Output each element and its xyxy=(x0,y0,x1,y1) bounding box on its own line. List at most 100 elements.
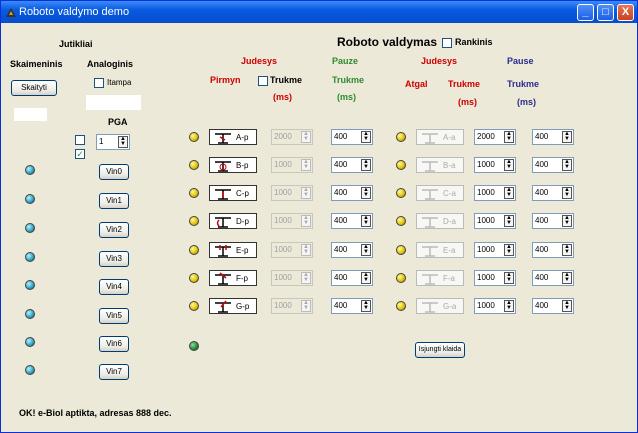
spin-arrows-icon[interactable]: ▲ ▼ xyxy=(562,187,572,199)
spin-arrows-icon[interactable]: ▲ ▼ xyxy=(562,159,572,171)
row-d-backward-led-icon xyxy=(396,216,406,226)
pga-spinner[interactable]: 1 ▲ ▼ xyxy=(96,134,130,150)
row-c-forward-time-value: 1000 xyxy=(274,188,292,197)
row-b-backward-time[interactable]: 1000 ▲ ▼ xyxy=(474,157,516,173)
pause1-heading: Pauze xyxy=(332,56,359,66)
spin-arrows-icon[interactable]: ▲ ▼ xyxy=(504,272,514,284)
spin-arrows-icon[interactable]: ▲ ▼ xyxy=(562,215,572,227)
row-c-backward-time-value: 1000 xyxy=(477,188,495,197)
row-f-forward-button[interactable]: F-p xyxy=(209,270,257,286)
row-c-forward-button[interactable]: C-p xyxy=(209,185,257,201)
spin-arrows-icon[interactable]: ▲ ▼ xyxy=(361,272,371,284)
voltage-checkbox-label: Itampa xyxy=(107,78,132,87)
row-b-forward-led-icon xyxy=(189,160,199,170)
backward-duration-label: Trukme xyxy=(448,79,481,89)
pga-checkbox-2[interactable]: ✓ xyxy=(75,149,85,159)
row-f-pause1[interactable]: 400 ▲ ▼ xyxy=(331,270,373,286)
row-b-forward-button[interactable]: B-p xyxy=(209,157,257,173)
vin0-button[interactable]: Vin0 xyxy=(99,164,129,180)
spin-arrows-icon[interactable]: ▲ ▼ xyxy=(361,131,371,143)
row-c-backward-button: C-a xyxy=(416,185,464,201)
vin6-button[interactable]: Vin6 xyxy=(99,336,129,352)
row-f-forward-label: F-p xyxy=(236,274,248,283)
spin-arrows-icon[interactable]: ▲ ▼ xyxy=(361,300,371,312)
spin-arrows-icon[interactable]: ▲ ▼ xyxy=(504,300,514,312)
clear-error-button[interactable]: Isjungti klaida xyxy=(415,342,465,358)
vin3-button[interactable]: Vin3 xyxy=(99,251,129,267)
voltage-checkbox[interactable] xyxy=(94,78,104,88)
row-g-pause1[interactable]: 400 ▲ ▼ xyxy=(331,298,373,314)
row-g-forward-label: G-p xyxy=(236,302,250,311)
vin5-button[interactable]: Vin5 xyxy=(99,308,129,324)
row-e-backward-button: E-a xyxy=(416,242,464,258)
actuator-icon xyxy=(422,246,438,257)
row-b-backward-button: B-a xyxy=(416,157,464,173)
vin2-button[interactable]: Vin2 xyxy=(99,222,129,238)
row-e-forward-time: 1000 ▲ ▼ xyxy=(271,242,313,258)
row-a-backward-time[interactable]: 2000 ▲ ▼ xyxy=(474,129,516,145)
close-button[interactable]: X xyxy=(617,4,634,21)
spin-arrows-icon[interactable]: ▲ ▼ xyxy=(562,131,572,143)
manual-checkbox[interactable] xyxy=(442,38,452,48)
row-f-backward-led-icon xyxy=(396,273,406,283)
row-d-pause2[interactable]: 400 ▲ ▼ xyxy=(532,213,574,229)
spin-arrows-icon[interactable]: ▲ ▼ xyxy=(562,300,572,312)
row-g-backward-label: G-a xyxy=(443,302,457,311)
row-c-pause2[interactable]: 400 ▲ ▼ xyxy=(532,185,574,201)
row-d-forward-time: 1000 ▲ ▼ xyxy=(271,213,313,229)
row-b-forward-time-value: 1000 xyxy=(274,160,292,169)
spin-arrows-icon[interactable]: ▲ ▼ xyxy=(562,244,572,256)
row-g-backward-time[interactable]: 1000 ▲ ▼ xyxy=(474,298,516,314)
window-title: Roboto valdymo demo xyxy=(19,6,130,18)
row-b-pause1[interactable]: 400 ▲ ▼ xyxy=(331,157,373,173)
row-c-backward-time[interactable]: 1000 ▲ ▼ xyxy=(474,185,516,201)
read-button[interactable]: Skaityti xyxy=(11,80,57,96)
row-e-pause1[interactable]: 400 ▲ ▼ xyxy=(331,242,373,258)
app-window: Roboto valdymo demo _ □ X Jutikliai Skai… xyxy=(0,0,638,433)
error-led-icon xyxy=(189,341,199,351)
row-e-pause2[interactable]: 400 ▲ ▼ xyxy=(532,242,574,258)
row-g-forward-time-value: 1000 xyxy=(274,301,292,310)
row-d-forward-button[interactable]: D-p xyxy=(209,213,257,229)
row-f-backward-time[interactable]: 1000 ▲ ▼ xyxy=(474,270,516,286)
row-g-forward-button[interactable]: G-p xyxy=(209,298,257,314)
forward-unit: (ms) xyxy=(273,92,293,102)
spin-arrows-icon[interactable]: ▲ ▼ xyxy=(361,215,371,227)
row-d-pause1[interactable]: 400 ▲ ▼ xyxy=(331,213,373,229)
row-c-pause1[interactable]: 400 ▲ ▼ xyxy=(331,185,373,201)
vin7-led-icon xyxy=(25,365,35,375)
spin-arrows-icon[interactable]: ▲ ▼ xyxy=(118,136,128,148)
spin-arrows-icon[interactable]: ▲ ▼ xyxy=(562,272,572,284)
spin-arrows-icon[interactable]: ▲ ▼ xyxy=(504,215,514,227)
row-c-backward-label: C-a xyxy=(443,189,456,198)
digital-value-field xyxy=(14,108,47,121)
spin-arrows-icon[interactable]: ▲ ▼ xyxy=(361,244,371,256)
row-f-pause2[interactable]: 400 ▲ ▼ xyxy=(532,270,574,286)
maximize-button[interactable]: □ xyxy=(597,4,614,21)
vin7-button[interactable]: Vin7 xyxy=(99,364,129,380)
row-a-pause1[interactable]: 400 ▲ ▼ xyxy=(331,129,373,145)
row-a-pause2[interactable]: 400 ▲ ▼ xyxy=(532,129,574,145)
row-a-forward-button[interactable]: A-p xyxy=(209,129,257,145)
duration-checkbox[interactable] xyxy=(258,76,268,86)
spin-arrows-icon[interactable]: ▲ ▼ xyxy=(504,131,514,143)
vin4-button[interactable]: Vin4 xyxy=(99,279,129,295)
row-a-backward-led-icon xyxy=(396,132,406,142)
actuator-icon xyxy=(422,217,438,228)
spin-arrows-icon[interactable]: ▲ ▼ xyxy=(504,187,514,199)
row-b-forward-label: B-p xyxy=(236,161,249,170)
spin-arrows-icon: ▲ ▼ xyxy=(301,300,311,312)
row-e-forward-button[interactable]: E-p xyxy=(209,242,257,258)
row-d-backward-time[interactable]: 1000 ▲ ▼ xyxy=(474,213,516,229)
spin-arrows-icon[interactable]: ▲ ▼ xyxy=(504,159,514,171)
row-e-backward-time[interactable]: 1000 ▲ ▼ xyxy=(474,242,516,258)
spin-arrows-icon[interactable]: ▲ ▼ xyxy=(504,244,514,256)
vin1-button[interactable]: Vin1 xyxy=(99,193,129,209)
row-g-pause2[interactable]: 400 ▲ ▼ xyxy=(532,298,574,314)
pga-checkbox-1[interactable] xyxy=(75,135,85,145)
row-b-pause2[interactable]: 400 ▲ ▼ xyxy=(532,157,574,173)
actuator-icon xyxy=(215,161,231,172)
spin-arrows-icon[interactable]: ▲ ▼ xyxy=(361,187,371,199)
spin-arrows-icon[interactable]: ▲ ▼ xyxy=(361,159,371,171)
minimize-button[interactable]: _ xyxy=(577,4,594,21)
